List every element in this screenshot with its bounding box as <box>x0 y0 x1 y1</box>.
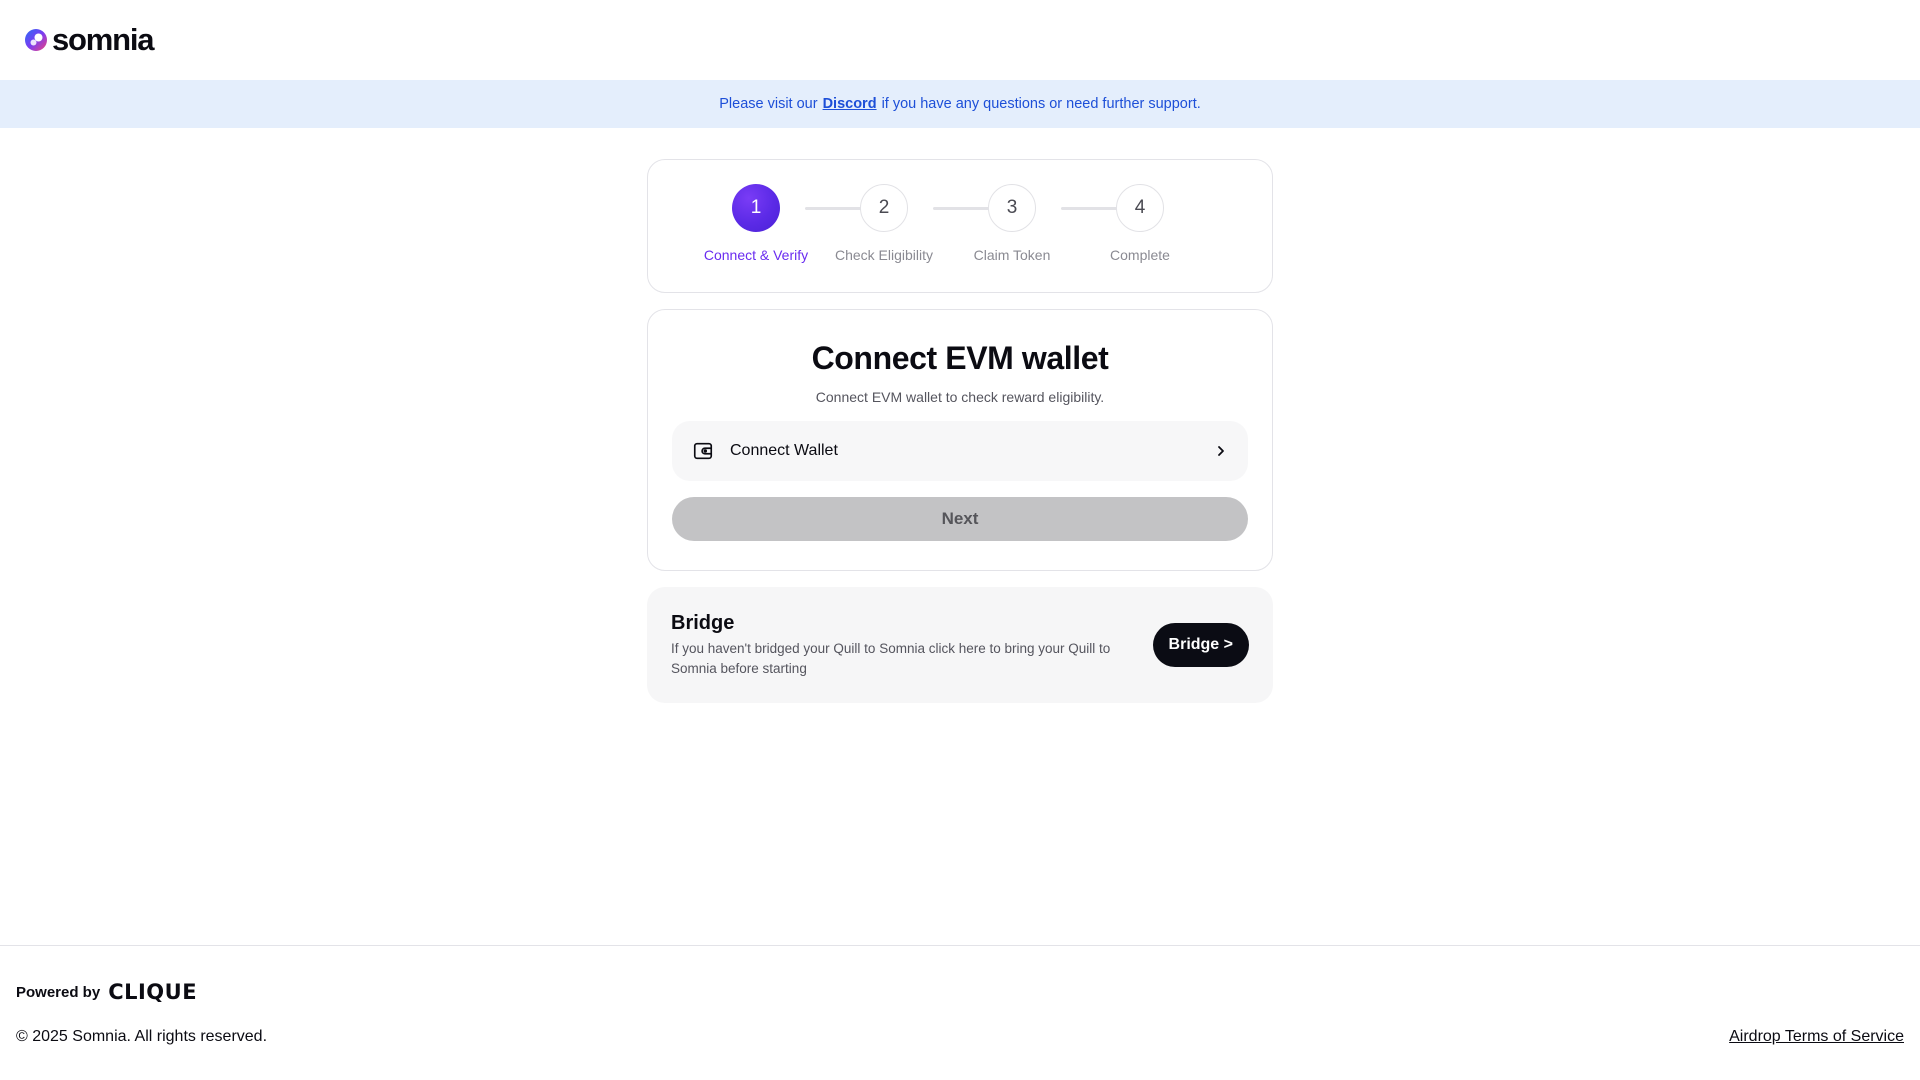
chevron-right-icon <box>1218 446 1224 456</box>
step-label: Complete <box>1110 247 1170 263</box>
connect-wallet-label: Connect Wallet <box>730 442 838 459</box>
page-footer: Powered by CLIQUE © 2025 Somnia. All rig… <box>0 945 1920 1080</box>
step-label: Check Eligibility <box>834 247 934 263</box>
step-claim-token: 3 Claim Token <box>957 184 1067 263</box>
bridge-description: If you haven't bridged your Quill to Som… <box>671 640 1111 676</box>
progress-stepper: 1 Connect & Verify 2 Check Eligibility 3… <box>647 159 1273 293</box>
page-subtitle: Connect EVM wallet to check reward eligi… <box>815 389 1105 405</box>
powered-by-label: Powered by <box>16 983 101 1001</box>
powered-by: Powered by CLIQUE <box>16 980 197 1004</box>
step-number: 2 <box>860 184 908 232</box>
airdrop-terms-link[interactable]: Airdrop Terms of Service <box>1729 1028 1904 1046</box>
step-number: 3 <box>988 184 1036 232</box>
main-content: 1 Connect & Verify 2 Check Eligibility 3… <box>647 159 1273 703</box>
clique-logo[interactable]: CLIQUE <box>108 980 197 1004</box>
step-connect-verify: 1 Connect & Verify <box>701 184 811 263</box>
step-number: 4 <box>1116 184 1164 232</box>
step-label: Claim Token <box>973 247 1051 263</box>
next-button[interactable]: Next <box>672 497 1248 541</box>
support-banner: Please visit our Discord if you have any… <box>0 80 1920 128</box>
brand-logo[interactable]: somnia <box>24 22 155 58</box>
top-header: somnia <box>0 0 1920 80</box>
discord-link[interactable]: Discord <box>823 96 877 112</box>
wallet-icon <box>693 442 713 460</box>
step-check-eligibility: 2 Check Eligibility <box>829 184 939 263</box>
banner-suffix: if you have any questions or need furthe… <box>881 96 1201 112</box>
page-title: Connect EVM wallet <box>811 340 1109 376</box>
step-complete: 4 Complete <box>1085 184 1195 263</box>
bridge-title: Bridge <box>671 611 735 634</box>
step-label: Connect & Verify <box>703 247 809 263</box>
step-number: 1 <box>732 184 780 232</box>
somnia-logo-icon <box>25 29 47 51</box>
bridge-text: Bridge If you haven't bridged your Quill… <box>671 612 1153 679</box>
banner-prefix: Please visit our <box>719 96 818 112</box>
copyright-text: © 2025 Somnia. All rights reserved. <box>16 1028 268 1045</box>
connect-wallet-button[interactable]: Connect Wallet <box>672 421 1248 481</box>
connect-wallet-card: Connect EVM wallet Connect EVM wallet to… <box>647 309 1273 571</box>
bridge-button[interactable]: Bridge > <box>1152 623 1249 667</box>
bridge-card: Bridge If you haven't bridged your Quill… <box>647 587 1273 703</box>
brand-name: somnia <box>52 22 155 57</box>
